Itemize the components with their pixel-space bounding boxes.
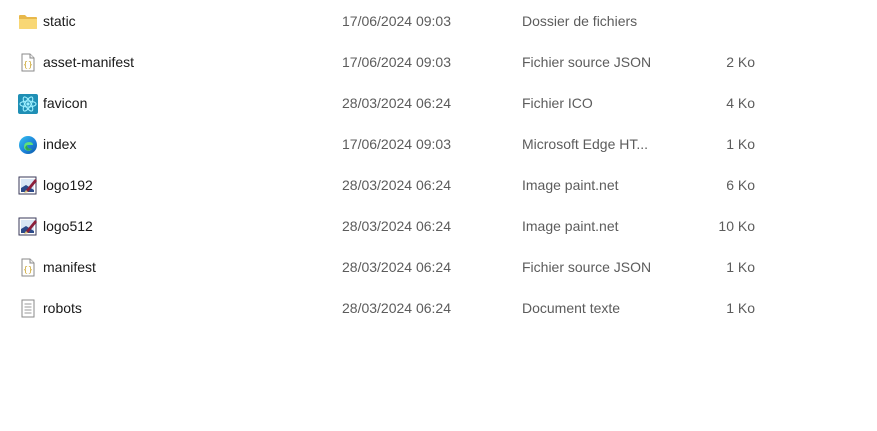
file-list: static 17/06/2024 09:03 Dossier de fichi…: [0, 0, 877, 431]
file-row-asset-manifest[interactable]: {} asset-manifest 17/06/2024 09:03 Fichi…: [0, 42, 877, 83]
file-type: Microsoft Edge HT...: [522, 136, 649, 152]
file-row-index[interactable]: index 17/06/2024 09:03 Microsoft Edge HT…: [0, 124, 877, 165]
svg-text:{}: {}: [23, 265, 33, 274]
file-name: logo512: [43, 218, 93, 234]
file-size: [670, 1, 755, 42]
folder-icon: [17, 1, 39, 42]
file-date: 17/06/2024 09:03: [342, 54, 451, 70]
file-type: Fichier ICO: [522, 95, 593, 111]
file-row-favicon[interactable]: favicon 28/03/2024 06:24 Fichier ICO 4 K…: [0, 83, 877, 124]
file-row-logo192[interactable]: logo192 28/03/2024 06:24 Image paint.net…: [0, 165, 877, 206]
text-file-icon: [17, 288, 39, 329]
file-type: Document texte: [522, 300, 621, 316]
file-name: index: [43, 136, 77, 152]
file-name: favicon: [43, 95, 88, 111]
file-date: 28/03/2024 06:24: [342, 259, 451, 275]
file-size: 10 Ko: [718, 218, 755, 234]
json-file-icon: {}: [17, 247, 39, 288]
edge-icon: [17, 124, 39, 165]
file-size: 4 Ko: [726, 95, 755, 111]
file-type: Fichier source JSON: [522, 259, 652, 275]
file-type: Image paint.net: [522, 177, 619, 193]
file-row-manifest[interactable]: {} manifest 28/03/2024 06:24 Fichier sou…: [0, 247, 877, 288]
file-row-robots[interactable]: robots 28/03/2024 06:24 Document texte 1…: [0, 288, 877, 329]
file-size: 1 Ko: [726, 259, 755, 275]
file-type: Dossier de fichiers: [522, 13, 638, 29]
file-name: logo192: [43, 177, 93, 193]
paintnet-icon: [17, 165, 39, 206]
file-name: static: [43, 13, 76, 29]
file-row-logo512[interactable]: logo512 28/03/2024 06:24 Image paint.net…: [0, 206, 877, 247]
svg-text:{}: {}: [23, 60, 33, 69]
file-type: Fichier source JSON: [522, 54, 652, 70]
file-name: asset-manifest: [43, 54, 135, 70]
file-date: 28/03/2024 06:24: [342, 300, 451, 316]
file-size: 6 Ko: [726, 177, 755, 193]
file-size: 2 Ko: [726, 54, 755, 70]
file-type: Image paint.net: [522, 218, 619, 234]
file-size: 1 Ko: [726, 136, 755, 152]
file-date: 28/03/2024 06:24: [342, 177, 451, 193]
file-date: 28/03/2024 06:24: [342, 95, 451, 111]
file-name: manifest: [43, 259, 96, 275]
file-date: 28/03/2024 06:24: [342, 218, 451, 234]
react-icon: [17, 83, 39, 124]
file-name: robots: [43, 300, 82, 316]
json-file-icon: {}: [17, 42, 39, 83]
file-size: 1 Ko: [726, 300, 755, 316]
paintnet-icon: [17, 206, 39, 247]
file-date: 17/06/2024 09:03: [342, 136, 451, 152]
file-row-static[interactable]: static 17/06/2024 09:03 Dossier de fichi…: [0, 1, 877, 42]
file-date: 17/06/2024 09:03: [342, 13, 451, 29]
